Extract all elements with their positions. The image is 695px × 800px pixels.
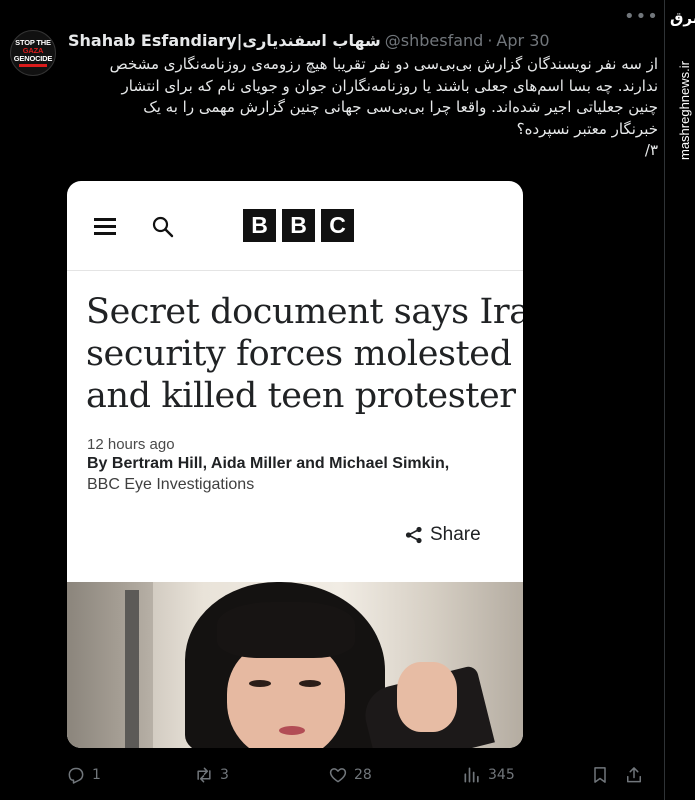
- bbc-logo-letter: C: [321, 209, 354, 242]
- like-button[interactable]: 28: [328, 764, 372, 786]
- embedded-article-image[interactable]: B B C Secret document says Iran security…: [67, 181, 523, 748]
- tweet-text-line: چنین جعلیاتی اجیر شده‌اند. واقعا چرا بی‌…: [143, 98, 658, 116]
- retweet-count: 3: [220, 767, 229, 783]
- tweet-date[interactable]: Apr 30: [496, 31, 549, 50]
- share-icon: [405, 526, 422, 544]
- avatar-text-3: GENOCIDE: [13, 54, 53, 63]
- views-icon: [464, 767, 479, 783]
- tweet[interactable]: STOP THE GAZA GENOCIDE Shahab Esfandiary…: [0, 0, 665, 800]
- bookmark-button[interactable]: [590, 764, 610, 786]
- retweet-icon: [197, 767, 211, 783]
- avatar-bar: [19, 64, 47, 67]
- heart-icon: [329, 768, 347, 783]
- tweet-text-line: خبرنگار معتبر نسپرده؟: [516, 119, 658, 138]
- reply-button[interactable]: 1: [66, 764, 101, 786]
- user-handle[interactable]: @shbesfand: [385, 31, 484, 50]
- views-button[interactable]: 345: [462, 764, 515, 786]
- tweet-header: Shahab Esfandiary|شهاب اسفندیاری @shbesf…: [68, 28, 550, 52]
- share-link: Share: [405, 524, 481, 546]
- tweet-text: از سه نفر نویسندگان گزارش بی‌بی‌سی دو نف…: [62, 54, 658, 162]
- display-name[interactable]: Shahab Esfandiary|شهاب اسفندیاری: [68, 31, 381, 50]
- retweet-button[interactable]: 3: [194, 764, 229, 786]
- tweet-text-line: ندارند. چه بسا اسم‌های جعلی باشند یا روز…: [121, 76, 658, 95]
- hamburger-menu-icon: [94, 218, 116, 235]
- reply-count: 1: [92, 767, 101, 783]
- article-photo: [67, 582, 523, 748]
- share-label: Share: [430, 524, 481, 545]
- tweet-text-line: ۳/: [644, 141, 658, 159]
- avatar[interactable]: STOP THE GAZA GENOCIDE: [10, 30, 56, 76]
- more-options-icon[interactable]: •••: [624, 8, 658, 26]
- reply-icon: [68, 767, 84, 784]
- search-icon: [152, 216, 174, 238]
- upload-share-icon: [627, 767, 641, 783]
- tweet-actions: 1 3 28 345: [66, 764, 656, 786]
- bbc-logo-letter: B: [243, 209, 276, 242]
- bbc-logo: B B C: [243, 209, 354, 242]
- tweet-text-line: از سه نفر نویسندگان گزارش بی‌بی‌سی دو نف…: [109, 55, 658, 73]
- bbc-logo-letter: B: [282, 209, 315, 242]
- headline-line: and killed teen protester: [86, 376, 516, 416]
- share-button[interactable]: [624, 764, 644, 786]
- headline-line: Secret document says Iran: [86, 292, 523, 332]
- watermark-text: mashreghnews.ir: [677, 61, 692, 160]
- article-unit: BBC Eye Investigations: [87, 476, 255, 493]
- article-headline: Secret document says Iran security force…: [86, 291, 523, 417]
- like-count: 28: [354, 767, 372, 783]
- headline-line: security forces molested: [86, 334, 512, 374]
- watermark-text-container: mashreghnews.ir: [675, 30, 692, 180]
- bookmark-icon: [594, 767, 606, 783]
- views-count: 345: [488, 767, 515, 783]
- article-byline: By Bertram Hill, Aida Miller and Michael…: [87, 455, 450, 472]
- bbc-header: B B C: [67, 181, 523, 271]
- article-time: 12 hours ago: [87, 436, 175, 453]
- separator-dot: ·: [487, 30, 493, 50]
